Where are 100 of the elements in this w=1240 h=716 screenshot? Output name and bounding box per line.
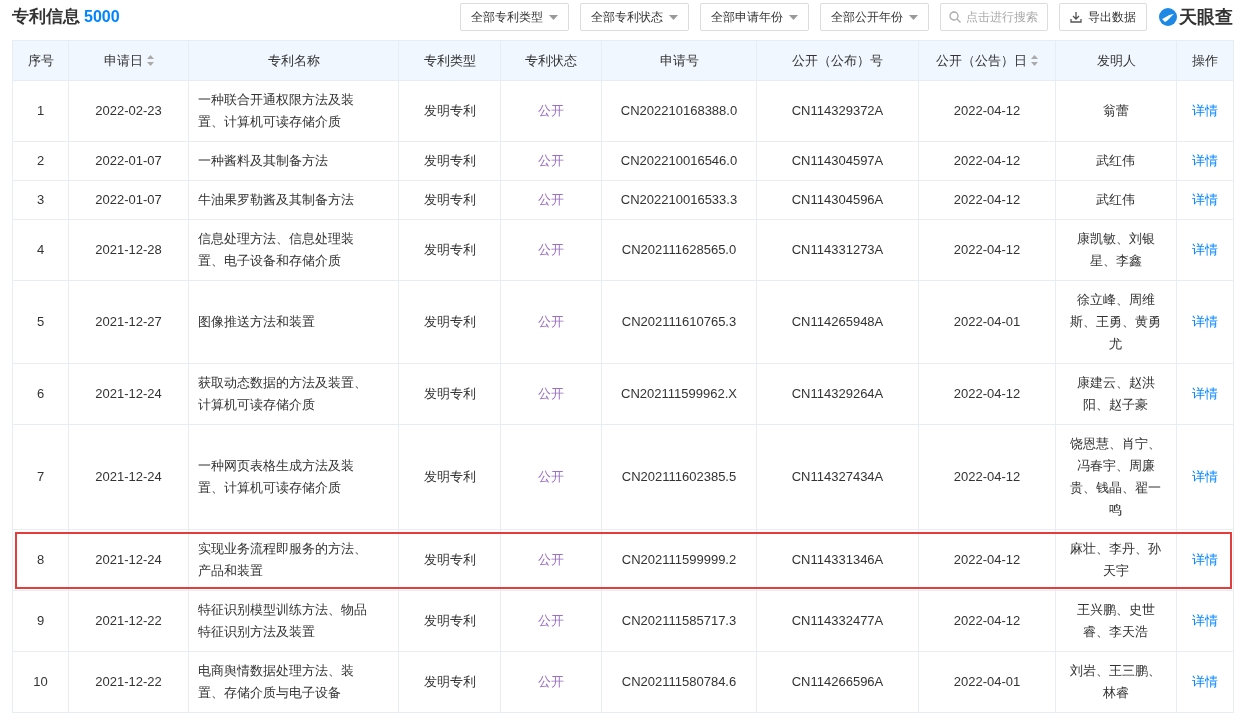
table-cell: 1 [12,80,69,142]
table-cell: 2021-12-22 [68,590,189,652]
logo-mark-icon [1158,7,1178,27]
caret-icon [669,14,678,20]
sort-icon [146,55,154,66]
table-cell: 图像推送方法和装置 [188,280,399,364]
table-cell: 一种网页表格生成方法及装置、计算机可读存储介质 [188,424,399,530]
table-cell: 2022-04-12 [918,80,1056,142]
table-cell: 康凯敏、刘银星、李鑫 [1055,219,1177,281]
table-cell: 2022-04-01 [918,651,1056,713]
filter-dropdown[interactable]: 全部专利状态 [580,3,689,31]
column-header: 专利状态 [500,40,602,81]
table-cell: 一种酱料及其制备方法 [188,141,399,181]
table-cell: 公开 [500,424,602,530]
brand-logo: 天眼查 [1158,3,1233,31]
caret-icon [549,14,558,20]
table-cell: CN114331346A [756,529,919,591]
table-cell: 公开 [500,280,602,364]
table-cell: 发明专利 [398,141,501,181]
details-link[interactable]: 详情 [1192,552,1218,567]
caret-icon [789,14,798,20]
table-cell: 公开 [500,590,602,652]
table-cell: 电商舆情数据处理方法、装置、存储介质与电子设备 [188,651,399,713]
table-cell: 康建云、赵洪阳、赵子豪 [1055,363,1177,425]
column-header: 公开（公布）号 [756,40,919,81]
table-cell: 2021-12-22 [68,651,189,713]
table-cell: 公开 [500,363,602,425]
table-cell: CN114327434A [756,424,919,530]
table-cell: 信息处理方法、信息处理装置、电子设备和存储介质 [188,219,399,281]
table-cell: 实现业务流程即服务的方法、产品和装置 [188,529,399,591]
column-header: 发明人 [1055,40,1177,81]
table-cell: CN202111602385.5 [601,424,757,530]
table-cell: 2022-04-12 [918,180,1056,220]
table-cell: 公开 [500,219,602,281]
column-header[interactable]: 申请日 [68,40,189,81]
table-cell: 公开 [500,180,602,220]
result-count: 5000 [84,7,120,27]
details-link[interactable]: 详情 [1192,674,1218,689]
sort-icon [1031,55,1038,66]
details-link[interactable]: 详情 [1192,242,1218,257]
table-cell: 徐立峰、周维斯、王勇、黄勇尤 [1055,280,1177,364]
table-cell: 2022-04-12 [918,219,1056,281]
table-cell: 6 [12,363,69,425]
table-cell: CN202111628565.0 [601,219,757,281]
table-cell: 武红伟 [1055,141,1177,181]
table-cell: 2022-04-12 [918,141,1056,181]
table-cell: 王兴鹏、史世睿、李天浩 [1055,590,1177,652]
table-cell: 10 [12,651,69,713]
table-cell: 发明专利 [398,363,501,425]
table-cell: CN114329264A [756,363,919,425]
table-cell: CN114304597A [756,141,919,181]
table-cell: CN202111599962.X [601,363,757,425]
column-header: 操作 [1176,40,1234,81]
search-field[interactable]: 点击进行搜索 [940,3,1048,31]
table-cell: 麻壮、李丹、孙天宇 [1055,529,1177,591]
details-link[interactable]: 详情 [1192,153,1218,168]
table-cell: CN202210016533.3 [601,180,757,220]
filter-dropdown[interactable]: 全部公开年份 [820,3,929,31]
filter-dropdown[interactable]: 全部申请年份 [700,3,809,31]
table-cell: 发明专利 [398,651,501,713]
details-link[interactable]: 详情 [1192,192,1218,207]
table-cell: CN114266596A [756,651,919,713]
table-cell: 公开 [500,651,602,713]
table-cell: 公开 [500,80,602,142]
table-cell: 饶恩慧、肖宁、冯春宇、周廉贵、钱晶、翟一鸣 [1055,424,1177,530]
table-cell: 刘岩、王三鹏、林睿 [1055,651,1177,713]
details-link[interactable]: 详情 [1192,103,1218,118]
table-cell: CN202111585717.3 [601,590,757,652]
table-cell: 2021-12-28 [68,219,189,281]
table-cell: 2022-04-12 [918,590,1056,652]
filter-dropdown[interactable]: 全部专利类型 [460,3,569,31]
details-link[interactable]: 详情 [1192,314,1218,329]
table-cell: CN114329372A [756,80,919,142]
table-cell: 2021-12-27 [68,280,189,364]
table-cell: 发明专利 [398,590,501,652]
details-link[interactable]: 详情 [1192,613,1218,628]
details-link[interactable]: 详情 [1192,469,1218,484]
table-cell: CN202210168388.0 [601,80,757,142]
export-button[interactable]: 导出数据 [1059,3,1147,31]
table-cell: CN202111580784.6 [601,651,757,713]
table-cell: 2022-04-12 [918,529,1056,591]
table-cell: 3 [12,180,69,220]
table-cell: 4 [12,219,69,281]
details-link[interactable]: 详情 [1192,386,1218,401]
table-cell: 2022-02-23 [68,80,189,142]
table-cell: 发明专利 [398,424,501,530]
table-cell: 一种联合开通权限方法及装置、计算机可读存储介质 [188,80,399,142]
table-cell: 2021-12-24 [68,363,189,425]
table-cell: 发明专利 [398,180,501,220]
column-header[interactable]: 公开（公告）日 [918,40,1056,81]
table-cell: 2022-04-12 [918,424,1056,530]
section-title: 专利信息 [12,6,80,29]
table-cell: 2022-04-01 [918,280,1056,364]
table-cell: CN114332477A [756,590,919,652]
table-cell: 2022-01-07 [68,141,189,181]
table-cell: 特征识别模型训练方法、物品特征识别方法及装置 [188,590,399,652]
table-cell: 2 [12,141,69,181]
caret-icon [909,14,918,20]
download-icon [1070,11,1082,23]
table-cell: 9 [12,590,69,652]
